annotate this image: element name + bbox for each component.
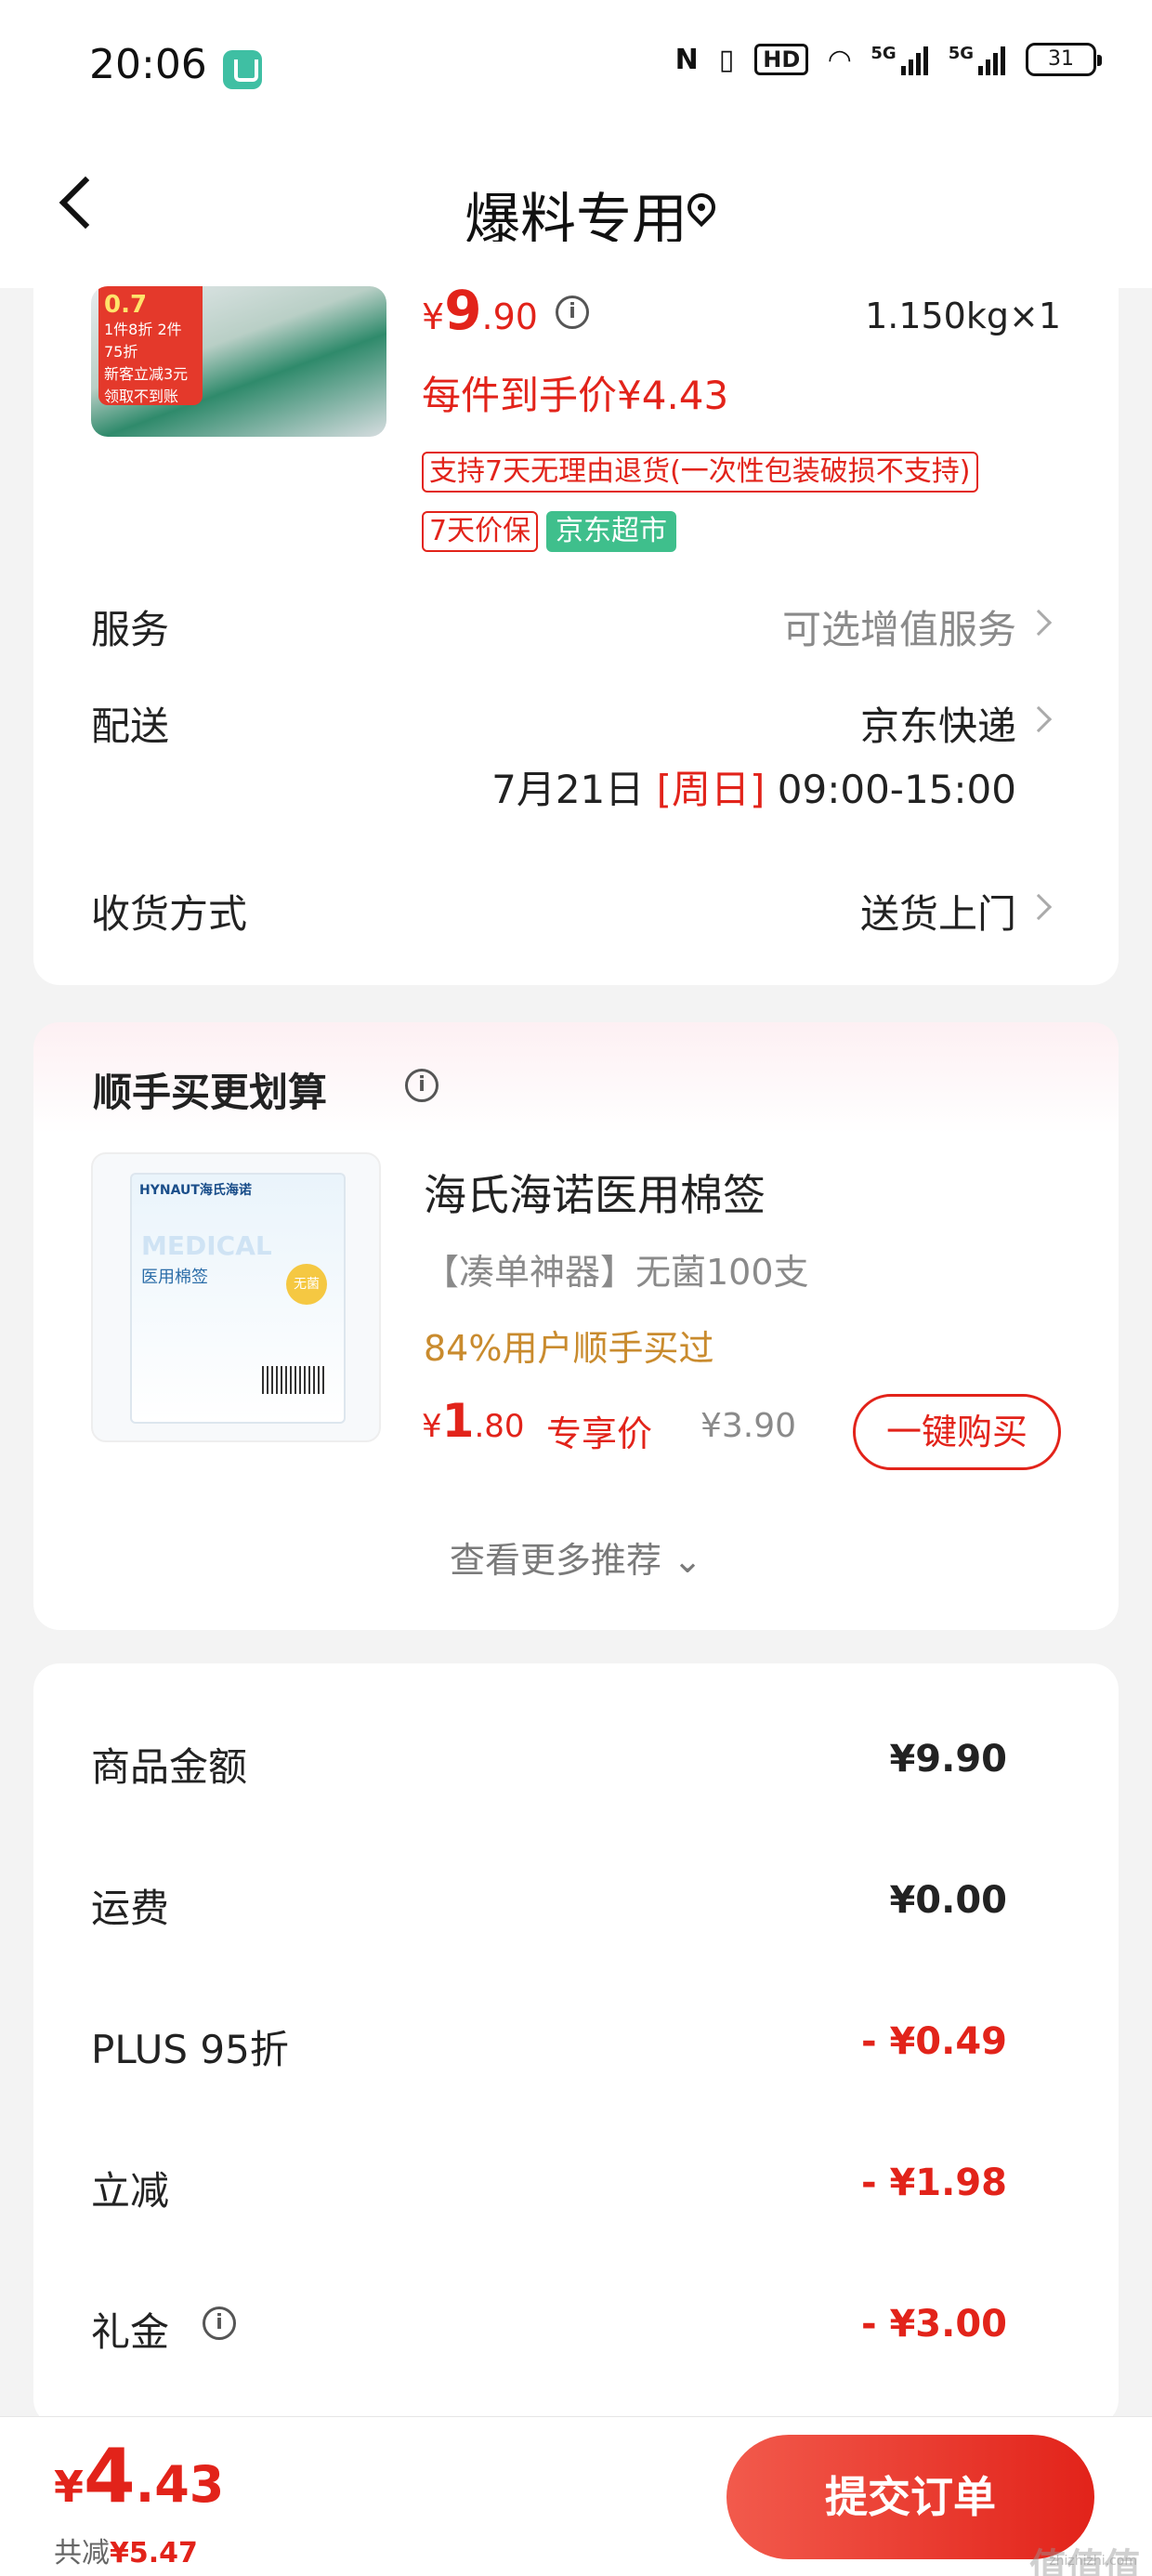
status-time: 20:06 xyxy=(89,41,207,88)
receive-method-label: 收货方式 xyxy=(91,891,248,937)
addon-buy-rate: 84%用户顺手买过 xyxy=(424,1328,714,1369)
summary-row-value: - ¥1.98 xyxy=(860,2162,1007,2204)
summary-row-label: 商品金额 xyxy=(91,1744,248,1790)
summary-row-label: PLUS 95折 xyxy=(91,2027,289,2072)
product-card: 0.7 1件8折 2件75折 新客立减3元 领取不到账 ¥9.90 i 1.15… xyxy=(33,242,1119,985)
summary-row-label: 立减 xyxy=(91,2168,170,2214)
price-protect-tag: 7天价保 xyxy=(422,511,539,552)
exclusive-price-label: 专享价 xyxy=(546,1413,653,1454)
barcode-icon xyxy=(262,1366,327,1394)
app-notification-icon xyxy=(223,50,262,89)
product-weight-qty: 1.150kg×1 xyxy=(865,296,1061,336)
net-price: 每件到手价¥4.43 xyxy=(422,373,729,418)
price-summary-card: 商品金额 ¥9.90 运费 ¥0.00 PLUS 95折 - ¥0.49 立减 … xyxy=(33,1663,1119,2425)
total-int: 4 xyxy=(84,2433,136,2519)
addon-subtitle: 【凑单神器】无菌100支 xyxy=(424,1252,809,1293)
delivery-date: 7月21日 xyxy=(491,767,645,812)
signal-sim1-icon: 5G xyxy=(871,44,928,75)
delivery-value[interactable]: 京东快递 xyxy=(860,695,1016,752)
product-price: ¥9.90 xyxy=(422,279,538,342)
price-info-icon[interactable]: i xyxy=(556,296,589,329)
pkg-badge: 无菌 xyxy=(286,1264,327,1305)
delivery-weekday: [周日] xyxy=(656,767,766,812)
nfc-icon: Ν xyxy=(674,43,699,76)
summary-row-value: - ¥3.00 xyxy=(860,2303,1007,2346)
pkg-med: MEDICAL xyxy=(141,1230,272,1261)
service-label: 服务 xyxy=(91,607,170,652)
addon-price: ¥1.80 xyxy=(422,1394,525,1448)
delivery-window: 09:00-15:00 xyxy=(777,767,1016,812)
addon-info-icon[interactable]: i xyxy=(405,1069,439,1102)
summary-row-value: - ¥0.49 xyxy=(860,2020,1007,2063)
price-dec: .90 xyxy=(481,296,538,337)
saved-label: 共减 xyxy=(54,2537,110,2569)
price-int: 9 xyxy=(444,279,482,342)
pkg-brand: HYNAUT海氏海诺 xyxy=(139,1183,252,1198)
saved-value: ¥5.47 xyxy=(110,2537,198,2569)
status-bar: 20:06 Ν ▯ HD ◠ 5G 5G 31 xyxy=(0,0,1152,139)
one-click-buy-button[interactable]: 一键购买 xyxy=(853,1394,1061,1470)
summary-row-value: ¥9.90 xyxy=(889,1738,1007,1781)
sim1-label: 5G xyxy=(871,44,897,63)
receive-chevron-icon[interactable] xyxy=(1025,893,1053,921)
watermark-url: zhizhizhi.com xyxy=(1049,2554,1137,2569)
signal-sim2-icon: 5G xyxy=(949,44,1005,75)
store-tag: 京东超市 xyxy=(546,511,676,552)
addon-price-dec: .80 xyxy=(474,1408,525,1445)
delivery-chevron-icon[interactable] xyxy=(1025,705,1053,733)
product-thumbnail[interactable]: 0.7 1件8折 2件75折 新客立减3元 领取不到账 xyxy=(91,286,386,437)
addon-price-int: 1 xyxy=(441,1394,475,1448)
more-recommendations-link[interactable]: 查看更多推荐 ⌄ xyxy=(33,1531,1119,1583)
price-currency: ¥ xyxy=(422,296,445,337)
summary-row-value: ¥0.00 xyxy=(889,1879,1007,1922)
addon-card: 顺手买更划算 i HYNAUT海氏海诺 MEDICAL 医用棉签 无菌 海氏海诺… xyxy=(33,1022,1119,1630)
thumb-tag-line2: 新客立减3元 xyxy=(104,365,189,383)
total-dec: .43 xyxy=(135,2455,225,2514)
wifi-icon: ◠ xyxy=(829,43,851,76)
addon-title: 顺手买更划算 xyxy=(93,1070,328,1115)
status-icons: Ν ▯ HD ◠ 5G 5G 31 xyxy=(674,43,1102,76)
addon-price-currency: ¥ xyxy=(422,1408,442,1445)
addon-thumbnail[interactable]: HYNAUT海氏海诺 MEDICAL 医用棉签 无菌 xyxy=(91,1152,381,1442)
vibrate-icon: ▯ xyxy=(718,43,735,76)
gift-info-icon[interactable]: i xyxy=(203,2307,236,2340)
thumbnail-promo-tag: 0.7 1件8折 2件75折 新客立减3元 领取不到账 xyxy=(98,286,203,405)
total-currency: ¥ xyxy=(54,2462,85,2512)
addon-package-image: HYNAUT海氏海诺 MEDICAL 医用棉签 无菌 xyxy=(130,1173,346,1424)
thumb-tag-price: 0.7 xyxy=(104,291,148,319)
summary-row-label: 礼金 xyxy=(91,2309,170,2355)
return-policy-tag: 支持7天无理由退货(一次性包装破损不支持) xyxy=(422,452,978,493)
service-value[interactable]: 可选增值服务 xyxy=(782,598,1016,655)
pkg-name: 医用棉签 xyxy=(141,1268,208,1287)
summary-row-label: 运费 xyxy=(91,1886,170,1931)
service-chevron-icon[interactable] xyxy=(1025,609,1053,637)
total-saved: 共减¥5.47 xyxy=(54,2530,198,2570)
total-price: ¥4.43 xyxy=(54,2433,224,2519)
addon-name[interactable]: 海氏海诺医用棉签 xyxy=(424,1162,766,1223)
thumb-tag-line1: 1件8折 2件75折 xyxy=(104,321,182,361)
thumb-tag-line3: 领取不到账 xyxy=(104,388,179,405)
battery-icon: 31 xyxy=(1026,43,1102,76)
hd-icon: HD xyxy=(754,44,809,75)
sim2-label: 5G xyxy=(948,44,974,63)
delivery-label: 配送 xyxy=(91,703,170,749)
original-price: ¥3.90 xyxy=(700,1407,797,1445)
receive-method-value[interactable]: 送货上门 xyxy=(860,883,1016,940)
delivery-time[interactable]: 7月21日 [周日] 09:00-15:00 xyxy=(491,758,1016,815)
